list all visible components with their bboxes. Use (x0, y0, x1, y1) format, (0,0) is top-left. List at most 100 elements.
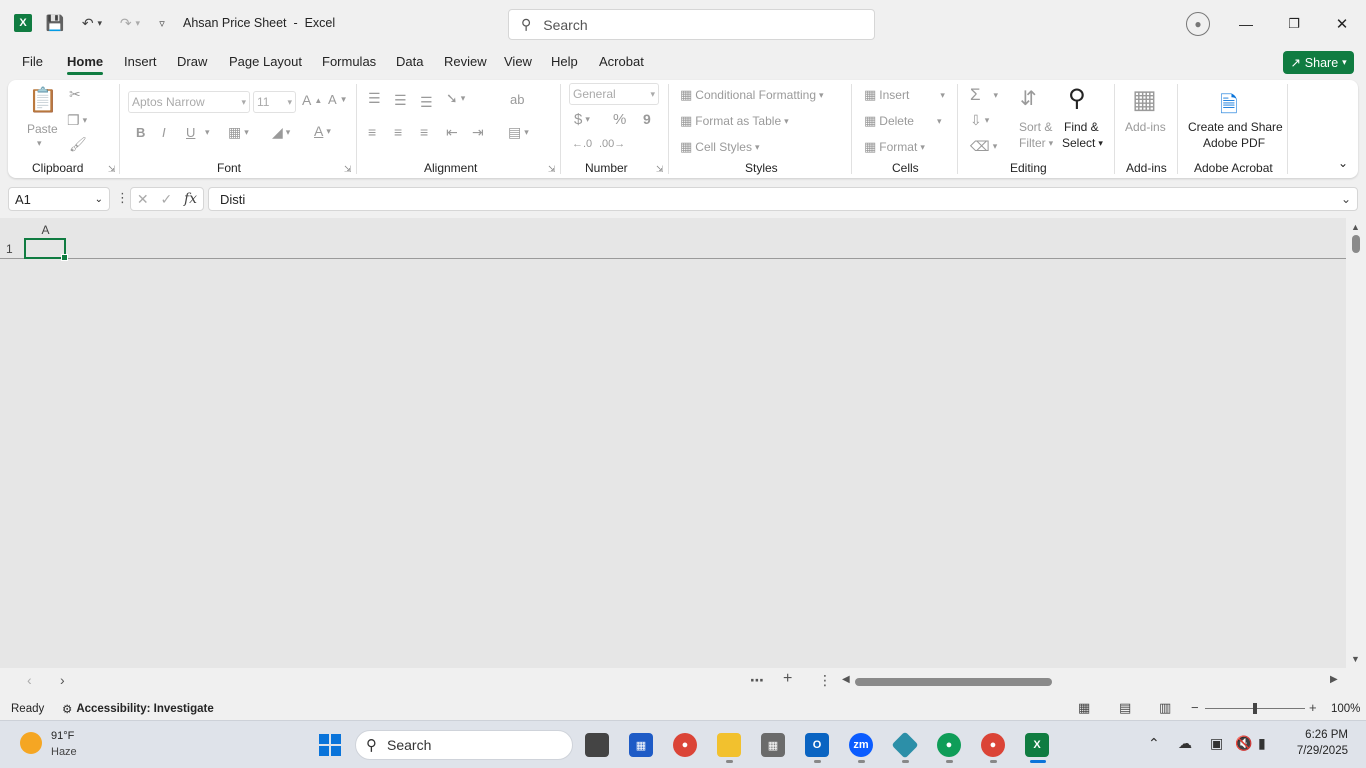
row-header-1[interactable]: 1 (6, 240, 13, 258)
zoom-in-icon[interactable]: + (1309, 700, 1317, 715)
horizontal-scrollbar[interactable]: ◀ ▶ (840, 674, 1344, 689)
tab-acrobat[interactable]: Acrobat (599, 54, 644, 69)
worksheet-grid[interactable]: A 1 (0, 218, 1346, 668)
increase-decimal-icon[interactable]: ←.0 (572, 138, 592, 150)
copy-icon[interactable]: ❐ ▾ (67, 112, 87, 129)
scroll-left-icon[interactable]: ◀ (842, 674, 850, 685)
increase-font-icon[interactable]: A ▲ (302, 92, 322, 108)
tab-help[interactable]: Help (551, 54, 578, 69)
tab-draw[interactable]: Draw (177, 54, 207, 69)
align-center-icon[interactable]: ≡ (394, 124, 402, 140)
cancel-icon[interactable]: ✕ (137, 191, 149, 208)
comma-button[interactable]: 9 (643, 111, 651, 127)
merge-center-icon[interactable]: ▤ ▾ (508, 124, 529, 141)
expand-formula-icon[interactable]: ⌄ (1341, 192, 1351, 206)
autosum-icon[interactable]: Σ ▾ (970, 85, 998, 105)
clipboard-launcher-icon[interactable]: ⇲ (108, 164, 116, 175)
tab-page-layout[interactable]: Page Layout (229, 54, 302, 69)
zoom-thumb[interactable] (1253, 703, 1257, 714)
font-color-icon[interactable]: A ▾ (314, 123, 331, 139)
collapse-ribbon-icon[interactable]: ⌄ (1338, 156, 1348, 170)
volume-icon[interactable]: 🔇 (1235, 735, 1252, 752)
enter-icon[interactable]: ✓ (160, 191, 172, 208)
task-view-icon[interactable] (585, 733, 609, 757)
zoom-app-icon[interactable]: zm (849, 733, 873, 757)
tab-insert[interactable]: Insert (124, 54, 157, 69)
undo-button[interactable]: ↶ ▾ (76, 13, 108, 33)
align-middle-icon[interactable]: ☰ (394, 92, 407, 109)
weather-temp[interactable]: 91°F (51, 730, 74, 742)
horizontal-scroll-thumb[interactable] (855, 678, 1052, 686)
bold-button[interactable]: B (136, 125, 145, 140)
save-icon[interactable]: 💾 (46, 14, 65, 32)
chrome-profile-2-icon[interactable]: ● (981, 733, 1005, 757)
search-input[interactable]: ⚲ Search (508, 9, 875, 40)
weather-icon[interactable] (20, 732, 42, 754)
redo-button[interactable]: ↷ ▾ (114, 13, 146, 33)
tab-view[interactable]: View (504, 54, 532, 69)
fill-icon[interactable]: ⇩ ▾ (970, 112, 989, 129)
clock-time[interactable]: 6:26 PM (1292, 729, 1348, 741)
tab-file[interactable]: File (22, 54, 43, 69)
tab-data[interactable]: Data (396, 54, 423, 69)
underline-button[interactable]: U (186, 125, 195, 140)
chrome-profile-icon[interactable]: ● (937, 733, 961, 757)
zoom-out-icon[interactable]: − (1191, 700, 1199, 715)
vertical-scroll-thumb[interactable] (1352, 235, 1360, 253)
addins-button[interactable]: Add-ins (1125, 120, 1166, 134)
column-header-a[interactable]: A (26, 220, 65, 240)
create-share-pdf-label-1[interactable]: Create and Share (1188, 120, 1283, 134)
cut-icon[interactable]: ✂ (69, 86, 81, 103)
tab-review[interactable]: Review (444, 54, 487, 69)
clear-icon[interactable]: ⌫ ▾ (970, 138, 997, 155)
decrease-font-icon[interactable]: A ▼ (328, 92, 348, 107)
zoom-slider[interactable] (1205, 703, 1305, 714)
orientation-icon[interactable]: ➘ ▾ (446, 90, 465, 107)
account-icon[interactable]: ● (1186, 12, 1210, 36)
excel-taskbar-icon[interactable]: X (1025, 733, 1049, 757)
app-diamond-icon[interactable] (891, 731, 919, 759)
conditional-formatting-button[interactable]: ▦ Conditional Formatting ▾ (680, 87, 824, 103)
insert-cells-button[interactable]: ▦ Insert ▾ (864, 87, 945, 103)
show-hidden-icons[interactable]: ⌃ (1148, 735, 1160, 752)
accessibility-button[interactable]: ⚙ Accessibility: Investigate (62, 702, 214, 716)
paste-button[interactable]: Paste (27, 122, 58, 136)
fill-color-icon[interactable]: ◢ ▾ (272, 124, 290, 141)
customize-qat-icon[interactable]: ▿ (154, 13, 170, 33)
weather-desc[interactable]: Haze (51, 746, 77, 758)
more-sheets-icon[interactable]: ⋯ (750, 672, 764, 689)
onedrive-icon[interactable]: ☁ (1178, 735, 1192, 752)
share-button[interactable]: ↗ Share ▾ (1283, 51, 1354, 74)
increase-indent-icon[interactable]: ⇥ (472, 124, 484, 141)
paste-icon[interactable]: 📋 (28, 86, 58, 115)
normal-view-icon[interactable]: ▦ (1078, 700, 1090, 716)
clock-date[interactable]: 7/29/2025 (1286, 745, 1348, 757)
zoom-level[interactable]: 100% (1331, 703, 1360, 715)
vertical-scrollbar[interactable]: ▲ ▼ (1347, 218, 1366, 668)
italic-button[interactable]: I (162, 125, 166, 140)
sort-filter-label-1[interactable]: Sort & (1019, 120, 1052, 134)
windows-start-icon[interactable] (318, 733, 342, 757)
format-as-table-button[interactable]: ▦ Format as Table ▾ (680, 113, 789, 129)
sort-filter-button[interactable]: Filter ▾ (1019, 136, 1053, 150)
borders-icon[interactable]: ▦ ▾ (228, 124, 249, 141)
restore-button[interactable]: ❐ (1280, 12, 1308, 36)
tab-home[interactable]: Home (67, 54, 104, 75)
next-sheet-icon[interactable]: › (60, 672, 65, 688)
page-layout-view-icon[interactable]: ▤ (1119, 700, 1131, 716)
percent-button[interactable]: % (613, 111, 626, 128)
prev-sheet-icon[interactable]: ‹ (27, 672, 32, 688)
sort-filter-icon[interactable]: ⇵ (1020, 86, 1037, 111)
underline-chevron-icon[interactable]: ▾ (205, 127, 210, 138)
scroll-right-icon[interactable]: ▶ (1330, 674, 1338, 685)
insert-function-button[interactable]: fx (184, 191, 197, 207)
sheet-options-icon[interactable]: ⋮ (818, 672, 832, 689)
format-cells-button[interactable]: ▦ Format ▾ (864, 139, 925, 155)
minimize-button[interactable]: — (1232, 12, 1260, 36)
scroll-up-icon[interactable]: ▲ (1351, 222, 1360, 232)
addins-icon[interactable]: ▦ (1132, 84, 1157, 115)
cell-styles-button[interactable]: ▦ Cell Styles ▾ (680, 139, 760, 155)
find-select-button[interactable]: Select ▾ (1062, 136, 1103, 150)
taskbar-search[interactable]: ⚲ Search (355, 730, 573, 760)
paste-chevron-icon[interactable]: ▾ (37, 138, 42, 149)
